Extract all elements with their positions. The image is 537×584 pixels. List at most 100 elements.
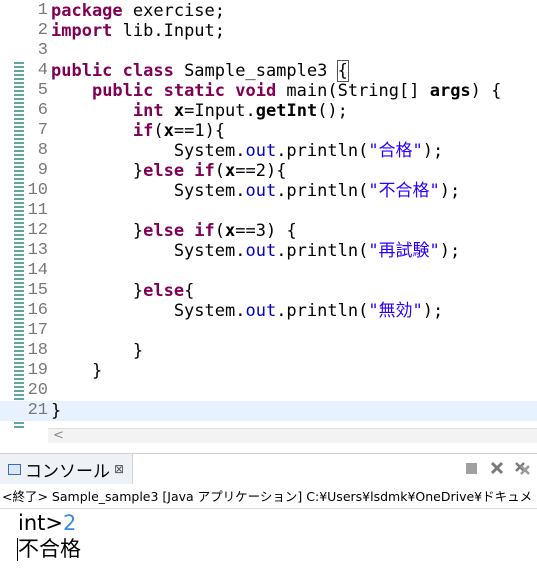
code-line[interactable]: 8 System.out.println("合格"); [0, 141, 537, 161]
console-tab-bar: コンソール ⊠ [0, 453, 537, 484]
code-token: .println( [276, 181, 369, 201]
code-token: .println( [276, 241, 369, 261]
line-number: 4 [37, 61, 48, 80]
line-number: 5 [37, 81, 48, 100]
console-status-line: <終了> Sample_sample3 [Java アプリケーション] C:¥U… [0, 486, 537, 509]
line-number: 21 [27, 401, 48, 420]
code-token: System. [51, 301, 246, 321]
code-line[interactable]: 4 public class Sample_sample3 { [0, 60, 537, 82]
line-number: 17 [27, 321, 48, 340]
code-token: x [225, 221, 236, 241]
code-token: ); [422, 301, 444, 321]
line-number: 13 [27, 241, 48, 260]
code-line[interactable]: 21} [0, 401, 537, 421]
code-line[interactable]: 14 [0, 261, 537, 281]
code-token: args [429, 81, 471, 101]
console-prompt-line: int>2 [18, 510, 76, 536]
code-line[interactable]: 16 System.out.println("無効"); [0, 301, 537, 321]
code-token: System. [51, 141, 246, 161]
code-line[interactable]: 6 int x=Input.getInt(); [0, 101, 537, 121]
view-separator [0, 443, 537, 453]
code-token: public class [51, 61, 185, 81]
console-icon [8, 463, 21, 475]
code-line[interactable]: 19 } [0, 361, 537, 381]
code-token: ); [422, 141, 444, 161]
code-token: } [51, 161, 144, 181]
line-number: 7 [37, 121, 48, 140]
code-text: public class Sample_sample3 { [51, 60, 349, 82]
line-number: 11 [27, 201, 48, 220]
code-token: "無効" [368, 301, 423, 321]
code-text: package exercise; [51, 1, 225, 21]
code-token: x [225, 161, 236, 181]
code-token: { [184, 281, 195, 301]
code-text: if(x==1){ [51, 121, 225, 141]
line-number: 15 [27, 281, 48, 300]
code-token: x [173, 101, 185, 121]
code-line[interactable]: 2 import lib.Input; [0, 21, 537, 41]
horizontal-scrollbar[interactable]: < [48, 428, 537, 443]
line-number: 16 [27, 301, 48, 320]
code-token: int [132, 101, 164, 121]
tab-console[interactable]: コンソール ⊠ [0, 454, 134, 484]
code-token: "不合格" [368, 181, 440, 201]
code-text: public static void main(String[] args) { [51, 81, 501, 101]
terminate-icon[interactable] [463, 460, 479, 476]
line-number: 20 [27, 381, 48, 400]
code-token: } [51, 361, 103, 381]
code-token: else if [143, 221, 215, 241]
code-token: out [245, 301, 277, 321]
line-number: 10 [27, 181, 48, 200]
code-token: out [245, 141, 277, 161]
code-token: Sample_sample3 [184, 61, 338, 81]
code-token: out [245, 181, 277, 201]
code-token: } [51, 401, 62, 421]
code-line[interactable]: 5 public static void main(String[] args)… [0, 81, 537, 101]
console-toolbar [463, 460, 531, 476]
code-line[interactable]: 20 [0, 381, 537, 401]
code-token: (); [317, 101, 348, 121]
line-number: 3 [37, 41, 48, 60]
code-token: { [336, 60, 349, 82]
code-token: out [245, 241, 277, 261]
line-number: 8 [37, 141, 48, 160]
code-token: } [51, 221, 144, 241]
code-token: package [51, 1, 133, 21]
code-line[interactable]: 3 [0, 41, 537, 61]
code-token: "合格" [368, 141, 423, 161]
code-line[interactable]: 7 if(x==1){ [0, 121, 537, 141]
code-line[interactable]: 13 System.out.println("再試験"); [0, 241, 537, 261]
code-token: lib.Input; [122, 21, 226, 41]
remove-all-icon[interactable] [515, 460, 531, 476]
code-editor[interactable]: 1 package exercise; 2 import lib.Input; 3 4 pu… [0, 0, 537, 428]
code-text: System.out.println("再試験"); [51, 241, 460, 261]
code-line[interactable]: 12 }else if(x==3) { [0, 221, 537, 241]
code-line[interactable]: 15 }else{ [0, 281, 537, 301]
code-text: } [51, 401, 61, 421]
code-text: } [51, 341, 143, 361]
code-token: import [51, 21, 123, 41]
code-token: if [132, 121, 154, 141]
line-number: 14 [27, 261, 48, 280]
code-line[interactable]: 10 System.out.println("不合格"); [0, 181, 537, 201]
code-text: System.out.println("合格"); [51, 141, 443, 161]
code-token: ( [153, 121, 164, 141]
code-token: exercise; [132, 1, 226, 21]
tab-console-label: コンソール [25, 461, 110, 482]
code-line[interactable]: 1 package exercise; [0, 1, 537, 21]
code-token: ==3) { [235, 221, 297, 241]
console-input-value: 2 [62, 511, 77, 535]
code-token: .println( [276, 141, 369, 161]
code-token: public static void [91, 81, 277, 101]
remove-launch-icon[interactable] [489, 460, 505, 476]
code-token: System. [51, 181, 246, 201]
code-line[interactable]: 17 [0, 321, 537, 341]
close-icon[interactable]: ⊠ [114, 462, 124, 476]
code-line[interactable]: 18 } [0, 341, 537, 361]
code-line[interactable]: 9 }else if(x==2){ [0, 161, 537, 181]
scroll-left-icon[interactable]: < [53, 428, 64, 443]
text-cursor [17, 538, 18, 561]
code-line[interactable]: 11 [0, 201, 537, 221]
